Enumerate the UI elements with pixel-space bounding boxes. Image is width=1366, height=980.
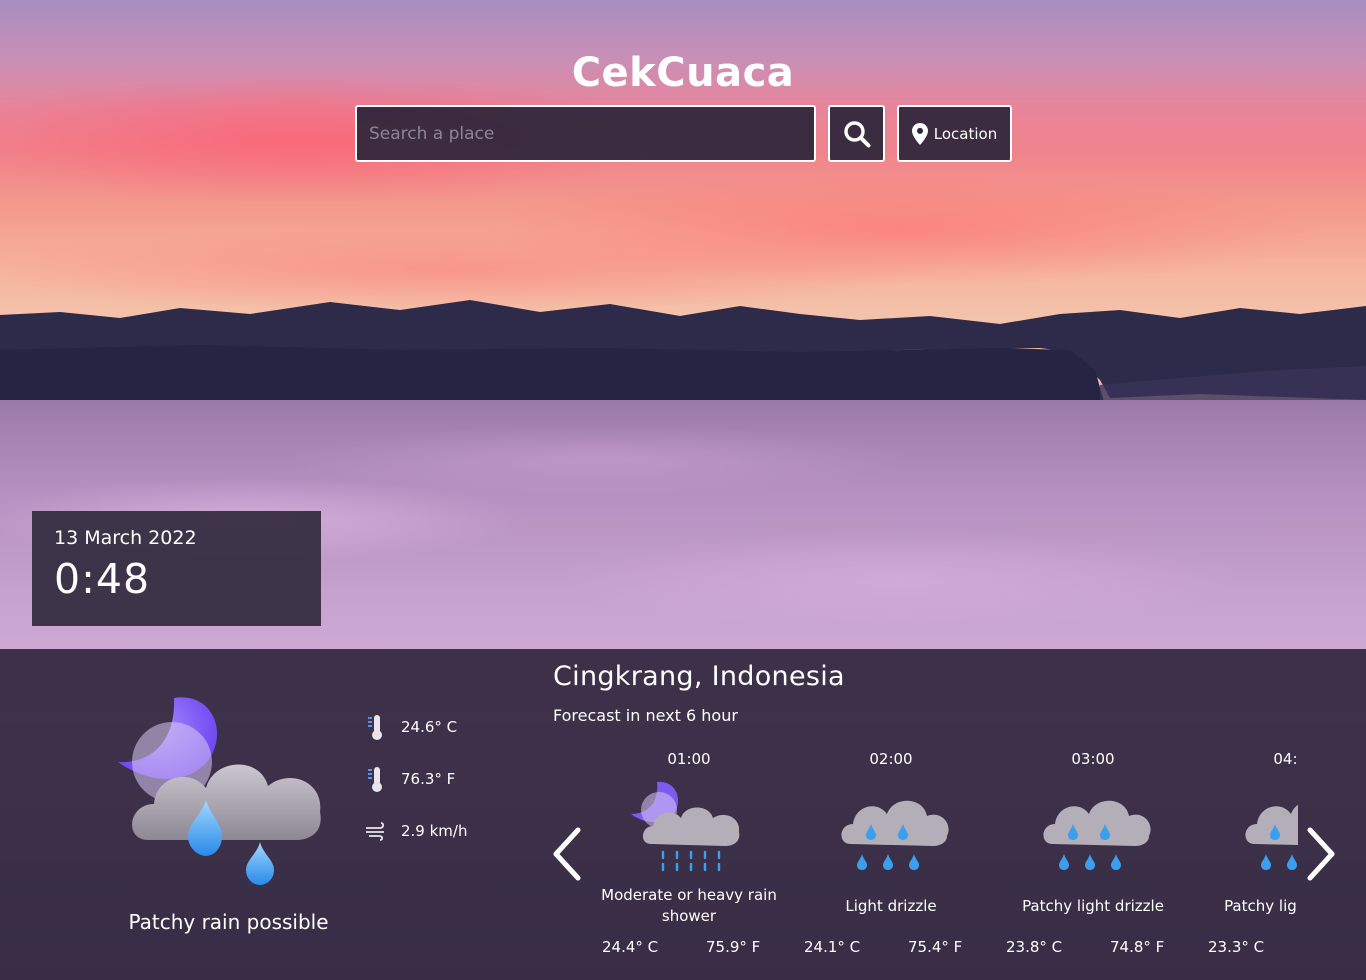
chevron-right-icon xyxy=(1307,827,1335,881)
stat-temp-c: 24.6° C xyxy=(365,713,457,741)
carousel-next-button[interactable] xyxy=(1300,824,1340,884)
temp-f-value: 76.3° F xyxy=(401,770,456,788)
moon-cloud-rain-icon xyxy=(118,697,321,885)
forecast-condition: Light drizzle xyxy=(845,896,937,915)
search-button[interactable] xyxy=(828,105,885,162)
location-button-label: Location xyxy=(933,124,998,143)
forecast-label: Forecast in next 6 hour xyxy=(553,706,738,725)
forecast-temp-c: 24.4° C xyxy=(602,938,659,956)
location-button[interactable]: Location xyxy=(897,105,1012,162)
forecast-condition: Patchy light drizzle xyxy=(1022,896,1164,915)
forecast-time: 02:00 xyxy=(869,750,913,768)
forecast-temp-f: 74.8° F xyxy=(1110,938,1165,956)
stat-temp-f: 76.3° F xyxy=(365,765,455,793)
location-name: Cingkrang, Indonesia xyxy=(553,661,845,692)
chevron-left-icon xyxy=(553,827,581,881)
forecast-time: 04:00 xyxy=(1273,750,1298,768)
forecast-track: 01:00 Moderate or heavy rain shower 24.4… xyxy=(588,740,1298,980)
forecast-time: 01:00 xyxy=(667,750,711,768)
carousel-prev-button[interactable] xyxy=(550,824,590,884)
cloud-drizzle-icon xyxy=(1043,800,1151,870)
map-pin-icon xyxy=(911,122,928,145)
current-date: 13 March 2022 xyxy=(54,527,197,549)
current-time: 0:48 xyxy=(54,555,151,603)
forecast-temp-c: 23.3° C xyxy=(1208,938,1265,956)
datetime-box: 13 March 2022 0:48 xyxy=(32,511,321,626)
thermometer-icon xyxy=(368,767,382,792)
forecast-card: 02:00 Light drizzle 24.1° C 75.4° F xyxy=(790,740,992,980)
forecast-time: 03:00 xyxy=(1071,750,1115,768)
forecast-temp-f: 75.4° F xyxy=(908,938,963,956)
forecast-temp-f: 75.9° F xyxy=(706,938,761,956)
search-input[interactable] xyxy=(355,105,816,162)
forecast-temp-c: 24.1° C xyxy=(804,938,861,956)
cloud-drizzle-icon xyxy=(1245,804,1298,870)
forecast-card: 01:00 Moderate or heavy rain shower 24.4… xyxy=(588,740,790,980)
search-icon xyxy=(843,120,870,147)
stat-wind: 2.9 km/h xyxy=(365,817,467,845)
forecast-card: 04:00 Patchy light drizzle 23.3° C xyxy=(1194,740,1298,980)
forecast-condition: Patchy light drizzle xyxy=(1224,896,1298,915)
current-condition: Patchy rain possible xyxy=(128,910,329,934)
thermometer-icon xyxy=(368,715,382,740)
wind-value: 2.9 km/h xyxy=(401,822,468,840)
forecast-temp-c: 23.8° C xyxy=(1006,938,1063,956)
wind-icon xyxy=(366,822,385,841)
forecast-carousel: 01:00 Moderate or heavy rain shower 24.4… xyxy=(588,740,1298,980)
moon-cloud-heavy-rain-icon xyxy=(631,781,740,872)
app-title: CekCuaca xyxy=(571,50,795,96)
temp-c-value: 24.6° C xyxy=(401,718,458,736)
forecast-condition: Moderate or heavy rain shower xyxy=(601,886,777,925)
forecast-card: 03:00 Patchy light drizzle 23.8° C 74.8°… xyxy=(992,740,1194,980)
cloud-drizzle-icon xyxy=(841,800,949,870)
